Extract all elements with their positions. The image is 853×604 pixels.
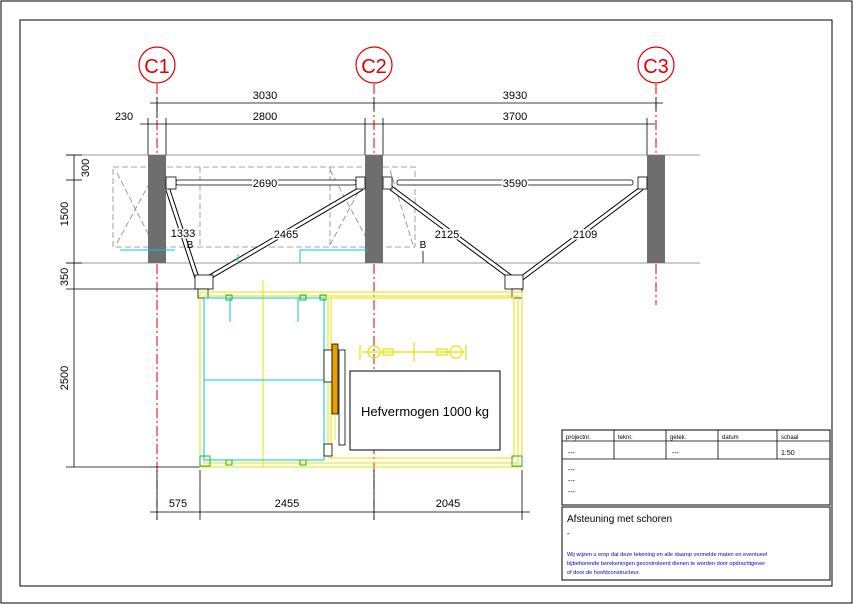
dim-575: 575 (169, 498, 187, 510)
horizontal-struts (175, 179, 634, 186)
hdr-projectnr: projectnr. (566, 435, 591, 441)
disclaimer-line-1: Wij wijzen u erop dat deze tekening en a… (567, 552, 767, 558)
val-schaal: 1:50 (781, 450, 795, 457)
technical-drawing: C1 C2 C3 3030 3930 230 2800 3700 300 150… (0, 0, 853, 604)
left-dimensions (66, 154, 200, 468)
dim-2045: 2045 (436, 498, 460, 510)
grid-label-c3: C3 (643, 56, 669, 78)
section-mark-b-left: B (187, 240, 194, 251)
hdr-getek: getek. (670, 435, 687, 441)
revision-1: --- (568, 467, 576, 474)
revision-2: --- (568, 478, 576, 485)
cyan-partitions (203, 254, 325, 461)
dim-300: 300 (80, 159, 92, 177)
dim-3930: 3930 (503, 90, 527, 102)
section-mark-b-right: B (420, 240, 427, 251)
drawing-subtitle: - (567, 529, 570, 538)
door-assembly (323, 343, 346, 457)
revision-3: --- (568, 489, 576, 496)
hdr-teknr: teknr. (618, 435, 633, 441)
diagonal-struts (165, 185, 644, 281)
dim-1500: 1500 (59, 202, 71, 226)
hdr-datum: datum (722, 435, 739, 441)
val-getek: --- (672, 450, 680, 457)
strut-2690: 2690 (253, 178, 277, 190)
strut-2109: 2109 (573, 229, 597, 241)
column-c2 (365, 155, 383, 263)
drawing-title: Afsteuning met schoren (567, 514, 672, 525)
strut-2465: 2465 (274, 229, 298, 241)
strut-2125: 2125 (435, 229, 459, 241)
dim-2455: 2455 (275, 498, 299, 510)
dim-2800: 2800 (253, 111, 277, 123)
lift-capacity-label: Hefvermogen 1000 kg (361, 404, 489, 419)
strut-1333: 1333 (171, 228, 195, 240)
guide-rails (359, 342, 467, 362)
dim-2500: 2500 (59, 366, 71, 390)
disclaimer-line-2: bijbehorende berekeningen gecontroleerd … (567, 561, 765, 567)
val-projectnr: --- (568, 450, 576, 457)
column-c1 (148, 155, 166, 263)
grid-bubbles: C1 C2 C3 (138, 46, 675, 84)
title-block: projectnr. teknr. getek. datum schaal --… (561, 429, 831, 581)
grid-label-c2: C2 (361, 56, 387, 78)
strut-3590: 3590 (503, 178, 527, 190)
hdr-schaal: schaal (781, 435, 798, 441)
dim-230: 230 (115, 111, 133, 123)
dim-3700: 3700 (503, 111, 527, 123)
disclaimer-line-3: of door de hoofdconstructeur. (567, 570, 640, 576)
top-dimensions (140, 97, 663, 155)
dim-350: 350 (59, 268, 71, 286)
column-c3 (647, 155, 665, 263)
bottom-dimensions (150, 470, 530, 520)
dim-3030: 3030 (253, 90, 277, 102)
grid-label-c1: C1 (144, 56, 170, 78)
